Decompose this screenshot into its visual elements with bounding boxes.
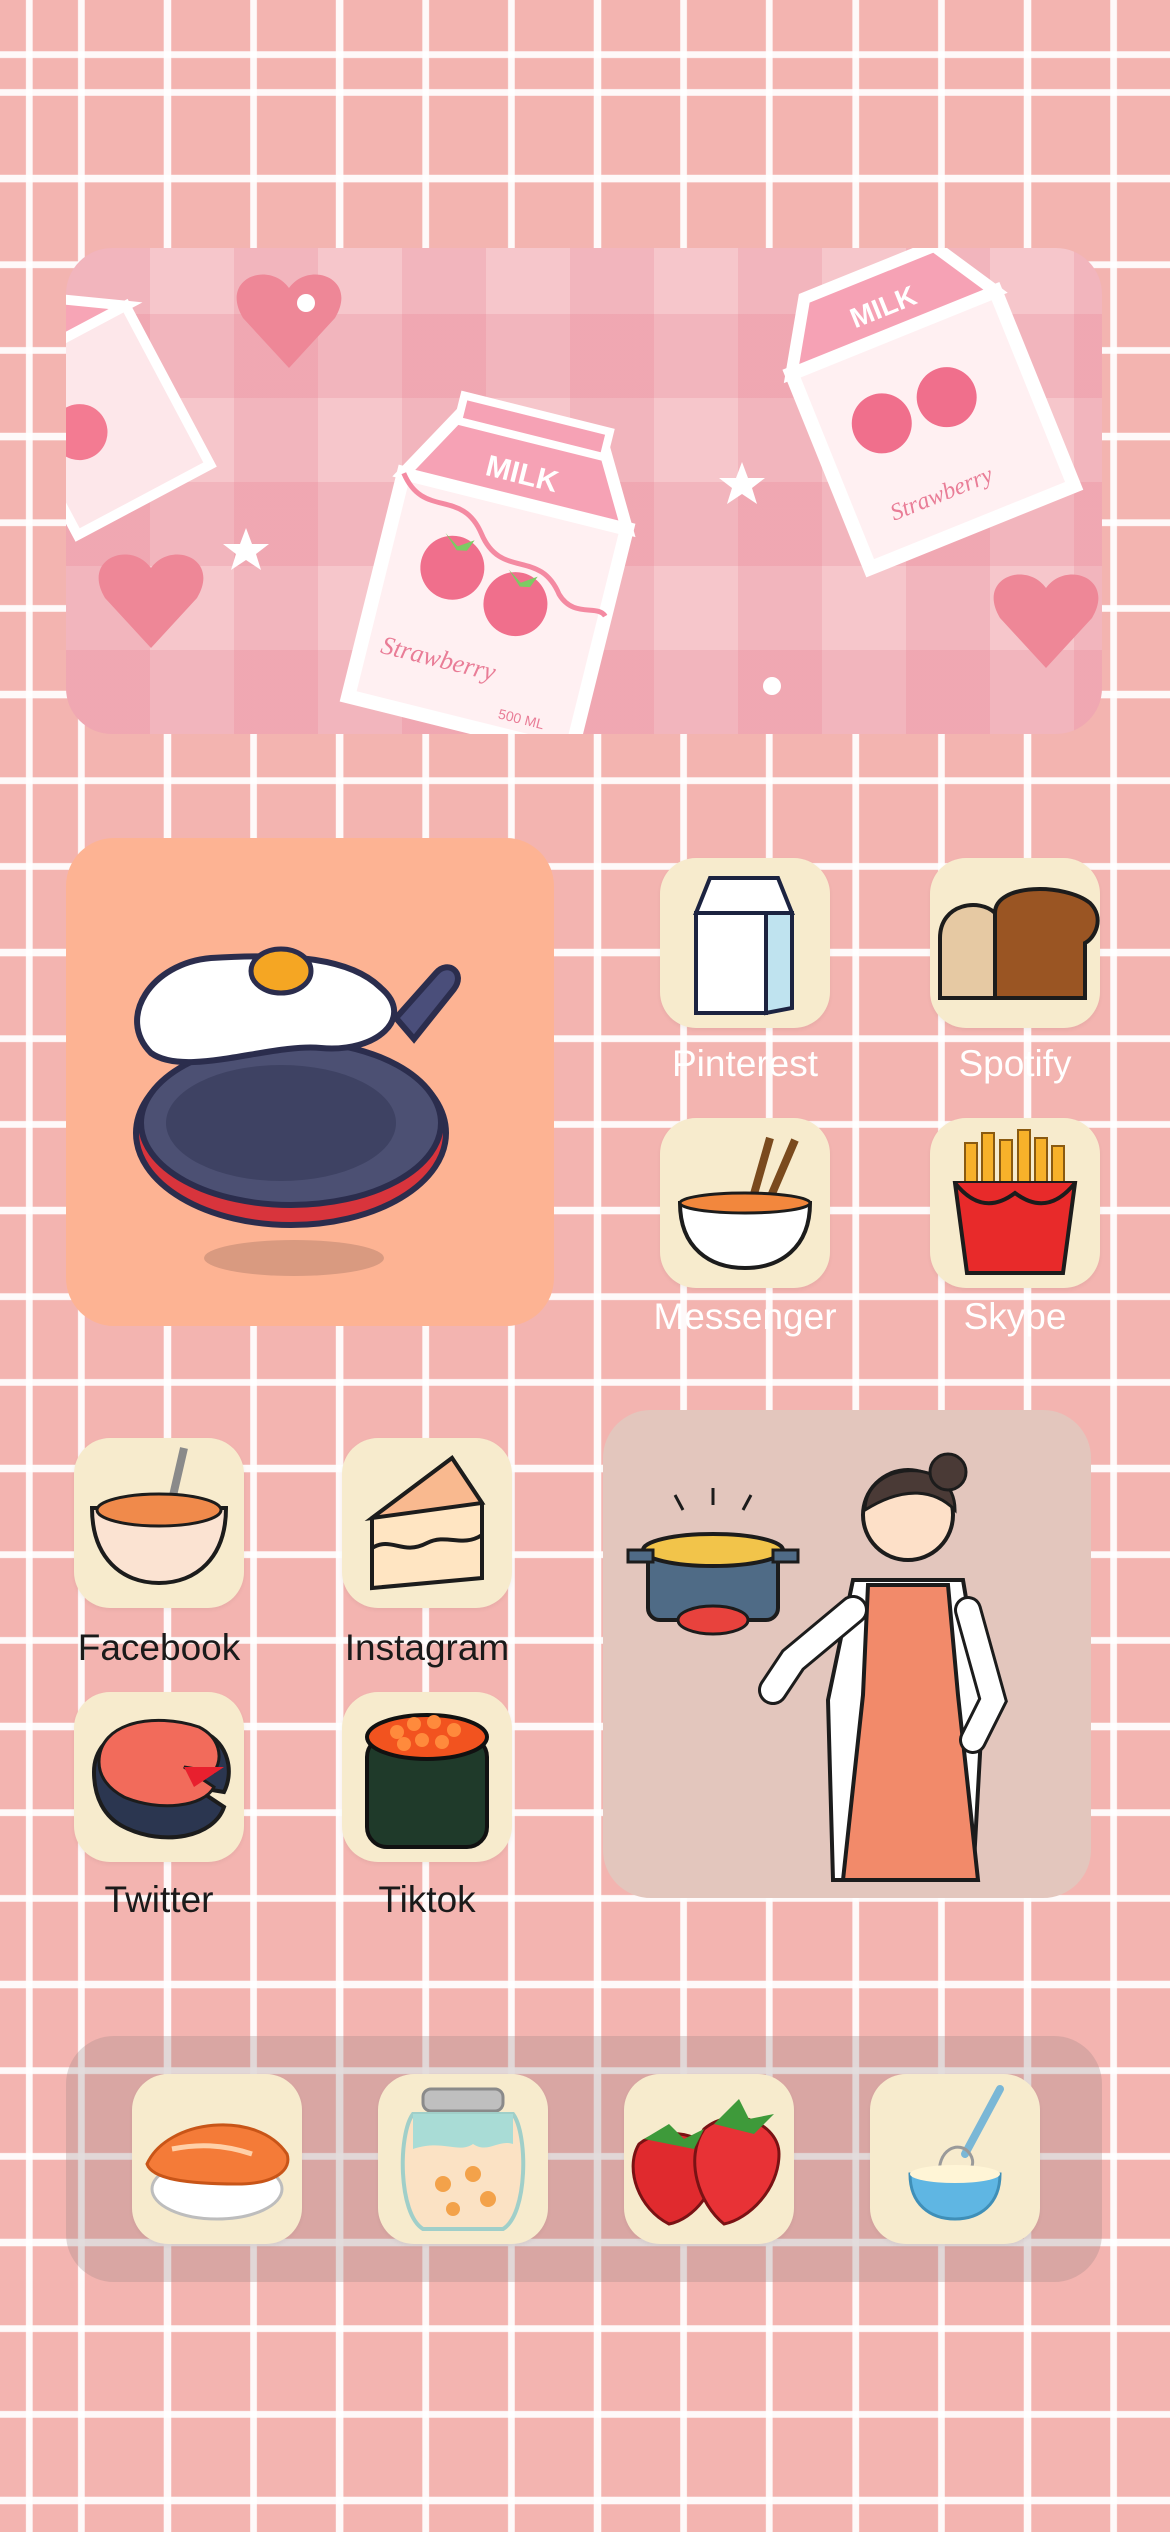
facebook-app-icon[interactable] bbox=[74, 1438, 244, 1608]
soup-bowl-icon bbox=[89, 1447, 229, 1586]
heart-icon bbox=[98, 554, 204, 648]
french-fries-icon bbox=[952, 1129, 1078, 1275]
messenger-app-icon[interactable] bbox=[660, 1118, 830, 1288]
dock bbox=[66, 2036, 1102, 2282]
strawberry-milk-widget[interactable]: MILK Strawberry 500 ML MILK Strawberry bbox=[66, 248, 1102, 734]
bread-loaf-icon bbox=[938, 887, 1100, 1000]
instagram-app-icon[interactable] bbox=[342, 1438, 512, 1608]
strawberries-icon bbox=[631, 2099, 781, 2226]
tiktok-app-icon[interactable] bbox=[342, 1692, 512, 1862]
twitter-app-icon[interactable] bbox=[74, 1692, 244, 1862]
instagram-app-label: Instagram bbox=[344, 1627, 510, 1668]
facebook-app-label: Facebook bbox=[77, 1627, 241, 1668]
honey-jar-icon bbox=[400, 2087, 526, 2231]
star-icon bbox=[223, 528, 269, 570]
sushi-roll-icon bbox=[365, 1713, 489, 1849]
chef-holding-pot-illustration bbox=[626, 1452, 1008, 1882]
pinterest-app-label: Pinterest bbox=[671, 1043, 818, 1084]
salmon-steak-icon bbox=[91, 1719, 231, 1840]
tiktok-app-label: Tiktok bbox=[378, 1879, 476, 1920]
frying-pan-egg-illustration bbox=[133, 946, 461, 1276]
noodle-bowl-icon bbox=[677, 1136, 813, 1271]
skype-app-icon[interactable] bbox=[930, 1118, 1100, 1288]
twitter-app-label: Twitter bbox=[104, 1879, 214, 1920]
heart-icon bbox=[993, 574, 1099, 668]
dock-app-1[interactable] bbox=[132, 2074, 302, 2244]
cake-slice-icon bbox=[364, 1455, 486, 1591]
star-icon bbox=[719, 462, 765, 504]
frying-pan-widget[interactable] bbox=[66, 838, 554, 1326]
heart-icon bbox=[236, 274, 342, 368]
whisk-bowl-icon bbox=[908, 2085, 1004, 2221]
milk-carton-icon bbox=[693, 876, 795, 1016]
chef-widget[interactable] bbox=[603, 1410, 1091, 1898]
skype-app-label: Skype bbox=[963, 1296, 1067, 1337]
messenger-app-label: Messenger bbox=[653, 1296, 837, 1337]
dock-app-2[interactable] bbox=[378, 2074, 548, 2244]
nigiri-sushi-icon bbox=[145, 2123, 290, 2221]
pinterest-app-icon[interactable] bbox=[660, 858, 830, 1028]
spotify-app-label: Spotify bbox=[958, 1043, 1072, 1084]
spotify-app-icon[interactable] bbox=[930, 858, 1100, 1028]
dock-app-3[interactable] bbox=[624, 2074, 794, 2244]
dock-app-4[interactable] bbox=[870, 2074, 1040, 2244]
strawberry-milk-illustration: MILK Strawberry 500 ML MILK Strawberry bbox=[66, 248, 1099, 734]
